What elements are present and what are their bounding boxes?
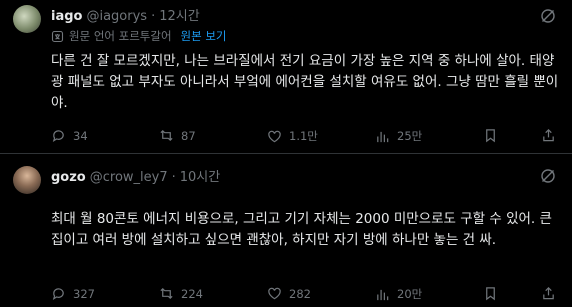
post-time[interactable]: 12시간 [159, 5, 199, 24]
reply-count: 327 [73, 286, 95, 301]
avatar[interactable] [13, 166, 41, 194]
show-original-link[interactable]: 원본 보기 [181, 28, 227, 44]
heart-icon [268, 130, 281, 142]
post[interactable]: iago @iagorys · 12시간 원문 언어 포르투갈어 원본 보기 다… [0, 0, 572, 154]
bookmark-button[interactable] [483, 286, 498, 301]
view-count: 25만 [397, 129, 423, 143]
post-text: 최대 월 80콘토 에너지 비용으로, 그리고 기기 자체는 2000 미만으로… [51, 211, 552, 248]
share-button[interactable] [541, 128, 556, 143]
post-time[interactable]: 10시간 [180, 166, 220, 185]
post-header: gozo @crow_ley7 · 10시간 [51, 166, 220, 185]
reply-icon [52, 130, 64, 142]
grok-icon[interactable] [540, 8, 556, 24]
repost-button[interactable]: 87 [159, 128, 196, 143]
views-icon [377, 289, 389, 300]
avatar[interactable] [13, 5, 41, 33]
reply-count: 34 [73, 128, 88, 143]
bookmark-button[interactable] [483, 128, 498, 143]
repost-count: 87 [181, 128, 196, 143]
translation-notice: 원문 언어 포르투갈어 원본 보기 [51, 28, 227, 44]
like-count: 282 [289, 286, 311, 301]
share-button[interactable] [541, 286, 556, 301]
share-icon [543, 287, 554, 300]
views-button[interactable]: 20만 [375, 286, 422, 302]
post[interactable]: gozo @crow_ley7 · 10시간 최대 월 80콘토 에너지 비용으… [0, 154, 572, 307]
post-actions: 34 87 1.1만 25만 [51, 128, 556, 146]
grok-icon[interactable] [540, 168, 556, 184]
reply-button[interactable]: 34 [51, 128, 88, 143]
like-button[interactable]: 282 [267, 286, 311, 301]
like-count: 1.1만 [289, 129, 318, 143]
post-header: iago @iagorys · 12시간 [51, 5, 200, 24]
share-icon [543, 129, 554, 142]
separator-dot: · [171, 170, 176, 185]
author-name[interactable]: iago [51, 9, 82, 24]
translate-icon [51, 30, 64, 42]
bookmark-icon [486, 287, 495, 301]
repost-button[interactable]: 224 [159, 286, 203, 301]
heart-icon [268, 287, 281, 300]
author-handle[interactable]: @crow_ley7 [90, 170, 168, 185]
repost-icon [160, 287, 173, 300]
separator-dot: · [151, 9, 156, 24]
translation-label: 원문 언어 포르투갈어 [69, 29, 172, 43]
post-text: 다른 건 잘 모르겠지만, 나는 브라질에서 전기 요금이 가장 높은 지역 중… [51, 53, 559, 111]
view-count: 20만 [397, 287, 423, 301]
views-icon [377, 131, 389, 142]
post-actions: 327 224 282 20만 [51, 286, 556, 304]
author-handle[interactable]: @iagorys [86, 9, 147, 24]
reply-icon [52, 288, 64, 300]
reply-button[interactable]: 327 [51, 286, 95, 301]
repost-count: 224 [181, 286, 203, 301]
views-button[interactable]: 25만 [375, 128, 422, 144]
author-name[interactable]: gozo [51, 170, 86, 185]
like-button[interactable]: 1.1만 [267, 128, 318, 144]
repost-icon [160, 129, 173, 142]
bookmark-icon [486, 129, 495, 143]
